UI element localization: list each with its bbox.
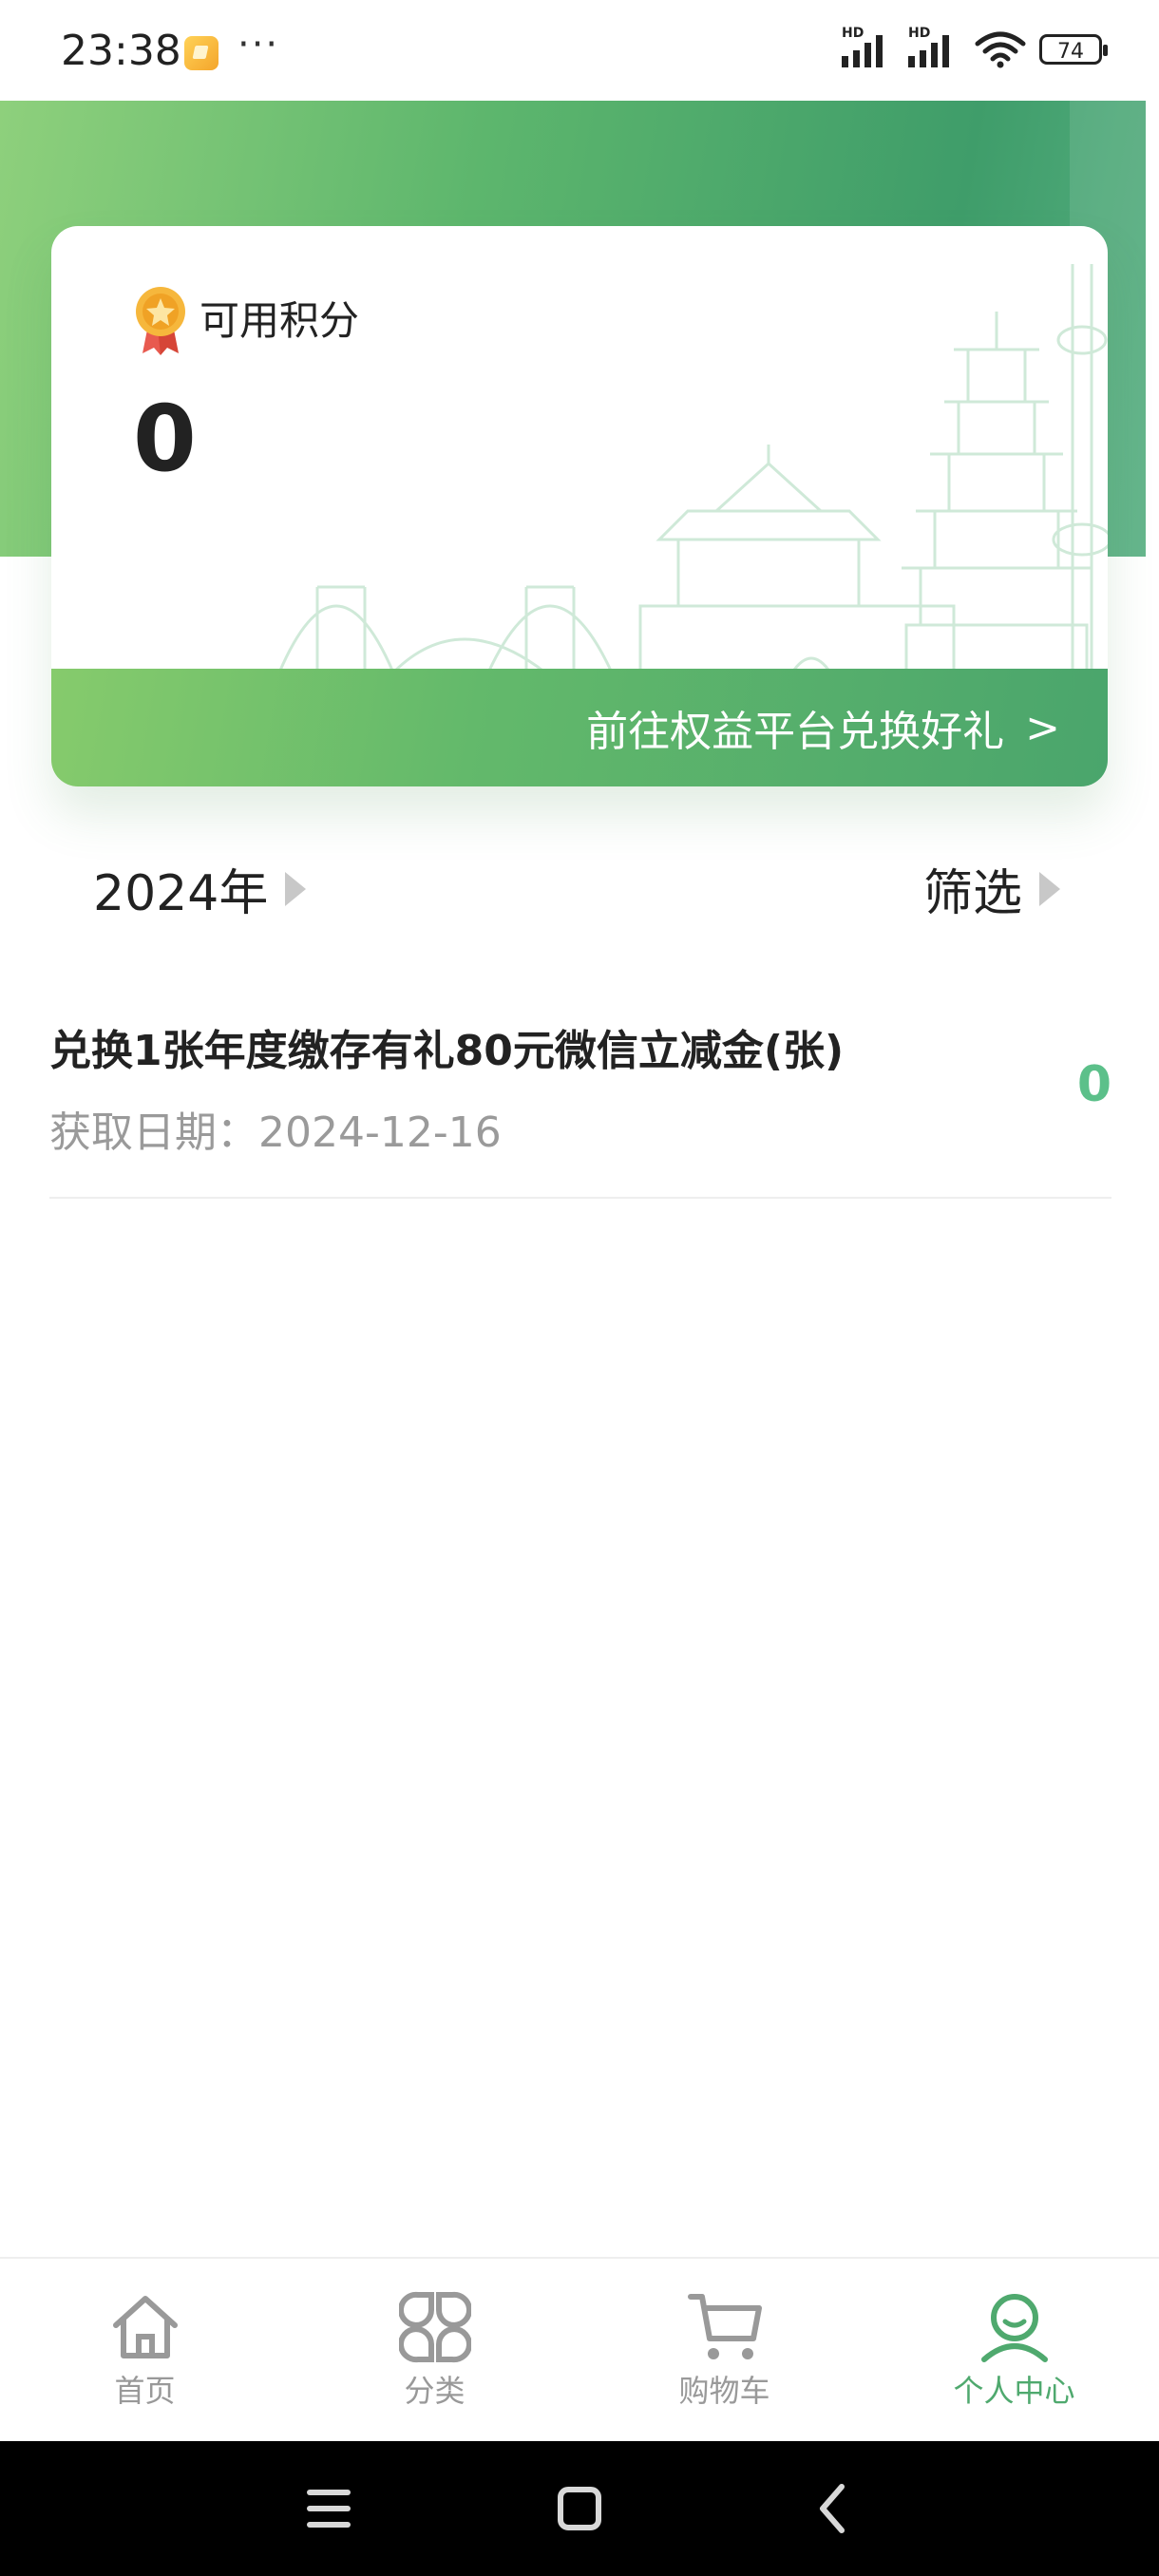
system-navigation-bar — [0, 2441, 1159, 2576]
cart-icon — [687, 2294, 762, 2359]
tab-home-label: 首页 — [114, 2373, 176, 2409]
tab-category-label: 分类 — [404, 2373, 466, 2409]
record-title: 兑换1张年度缴存有礼80元微信立减金(张) — [49, 1027, 845, 1075]
back-icon[interactable] — [756, 2441, 908, 2576]
tab-profile-label: 个人中心 — [953, 2373, 1075, 2409]
menu-icon[interactable] — [253, 2441, 405, 2576]
tab-cart-label: 购物车 — [678, 2373, 770, 2409]
tab-profile[interactable]: 个人中心 — [869, 2259, 1159, 2443]
points-card: 可用积分 0 前往权益平台兑换好礼 > — [51, 226, 1108, 786]
tab-cart[interactable]: 购物车 — [580, 2259, 869, 2443]
status-more-dots: ··· — [238, 23, 280, 66]
home-square-icon[interactable] — [504, 2441, 656, 2576]
year-selector[interactable]: 2024年 — [93, 853, 307, 924]
chevron-right-icon: > — [1025, 703, 1060, 752]
medal-icon — [136, 287, 185, 355]
home-icon — [112, 2296, 178, 2358]
signal-icon: HD — [842, 26, 895, 67]
redeem-rewards-label: 前往权益平台兑换好礼 — [586, 708, 1005, 756]
status-time: 23:38 — [61, 27, 181, 75]
bottom-tab-bar: 首页 分类 购物车 个人中心 — [0, 2257, 1159, 2443]
available-points-label: 可用积分 — [200, 297, 360, 344]
profile-icon — [980, 2294, 1048, 2362]
record-points: 0 — [1076, 1056, 1112, 1113]
list-item[interactable]: 兑换1张年度缴存有礼80元微信立减金(张) 获取日期：2024-12-16 0 — [49, 988, 1112, 1199]
category-icon — [398, 2291, 471, 2363]
filter-button[interactable]: 筛选 — [923, 853, 1060, 924]
status-bar: 23:38 ··· HD HD 74 — [0, 0, 1159, 101]
available-points-value: 0 — [133, 386, 197, 492]
filter-label: 筛选 — [922, 865, 1022, 922]
filter-row: 2024年 筛选 — [0, 836, 1159, 931]
tab-home[interactable]: 首页 — [0, 2259, 290, 2443]
signal-icon: HD — [908, 26, 961, 67]
notification-app-icon — [184, 36, 218, 70]
record-date: 获取日期：2024-12-16 — [49, 1108, 502, 1157]
triangle-right-icon — [1039, 871, 1060, 906]
wifi-icon — [975, 31, 1026, 68]
battery-icon: 74 — [1039, 34, 1108, 65]
year-label: 2024年 — [93, 865, 269, 922]
redeem-rewards-button[interactable]: 前往权益平台兑换好礼 > — [51, 669, 1108, 786]
triangle-right-icon — [285, 871, 307, 906]
tab-category[interactable]: 分类 — [290, 2259, 580, 2443]
